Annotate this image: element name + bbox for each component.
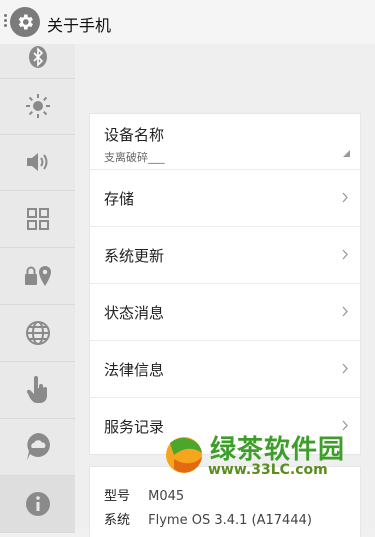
system-update-label: 系统更新 — [104, 246, 165, 265]
device-name-row[interactable]: 设备名称 支离破碎___ — [90, 114, 360, 170]
watermark: 绿茶软件园 www.33LC.com — [160, 429, 350, 485]
watermark-logo — [166, 437, 202, 473]
service-record-label: 服务记录 — [104, 417, 165, 436]
storage-row[interactable]: 存储 — [90, 170, 360, 227]
os-line: 系统 Flyme OS 3.4.1 (A17444) — [104, 509, 312, 528]
watermark-url: www.33LC.com — [208, 462, 328, 478]
chevron-right-icon — [342, 192, 348, 203]
sidebar-item-network[interactable] — [0, 305, 75, 362]
model-line: 型号 M045 — [104, 485, 184, 504]
sidebar-item-bluetooth[interactable] — [0, 22, 75, 79]
sidebar — [0, 44, 76, 533]
status-label: 状态消息 — [104, 303, 165, 322]
gesture-hand-icon — [26, 376, 47, 403]
chevron-right-icon — [342, 363, 348, 374]
settings-card: 设备名称 支离破碎___ 存储 系统更新 状态消息 法律信息 服务记录 — [90, 114, 360, 454]
sidebar-item-apps[interactable] — [0, 191, 75, 248]
device-name-value: 支离破碎___ — [104, 151, 165, 164]
location-lock-icon — [24, 266, 51, 286]
sidebar-item-sound[interactable] — [0, 134, 75, 191]
os-value: Flyme OS 3.4.1 (A17444) — [148, 513, 312, 528]
chevron-right-icon — [342, 249, 348, 260]
device-name-label: 设备名称 — [104, 126, 165, 144]
info-icon — [25, 492, 50, 516]
sidebar-item-display[interactable] — [0, 78, 75, 135]
globe-icon — [25, 321, 50, 345]
sidebar-item-gestures[interactable] — [0, 362, 75, 419]
watermark-title: 绿茶软件园 — [210, 435, 346, 465]
system-update-row[interactable]: 系统更新 — [90, 227, 360, 284]
status-row[interactable]: 状态消息 — [90, 284, 360, 341]
cloud-icon — [26, 433, 50, 460]
sidebar-item-location-security[interactable] — [0, 248, 75, 305]
sidebar-item-cloud[interactable] — [0, 419, 75, 476]
storage-label: 存储 — [104, 189, 135, 208]
edit-corner-icon — [343, 150, 350, 157]
brightness-icon — [25, 94, 50, 118]
legal-info-row[interactable]: 法律信息 — [90, 341, 360, 398]
os-key: 系统 — [104, 513, 131, 528]
model-key: 型号 — [104, 489, 131, 504]
legal-info-label: 法律信息 — [104, 360, 165, 379]
model-value: M045 — [148, 489, 185, 504]
sidebar-item-about[interactable] — [0, 476, 75, 533]
apps-grid-icon — [26, 208, 49, 230]
chevron-right-icon — [342, 306, 348, 317]
volume-icon — [26, 153, 47, 171]
bluetooth-icon — [28, 46, 47, 68]
